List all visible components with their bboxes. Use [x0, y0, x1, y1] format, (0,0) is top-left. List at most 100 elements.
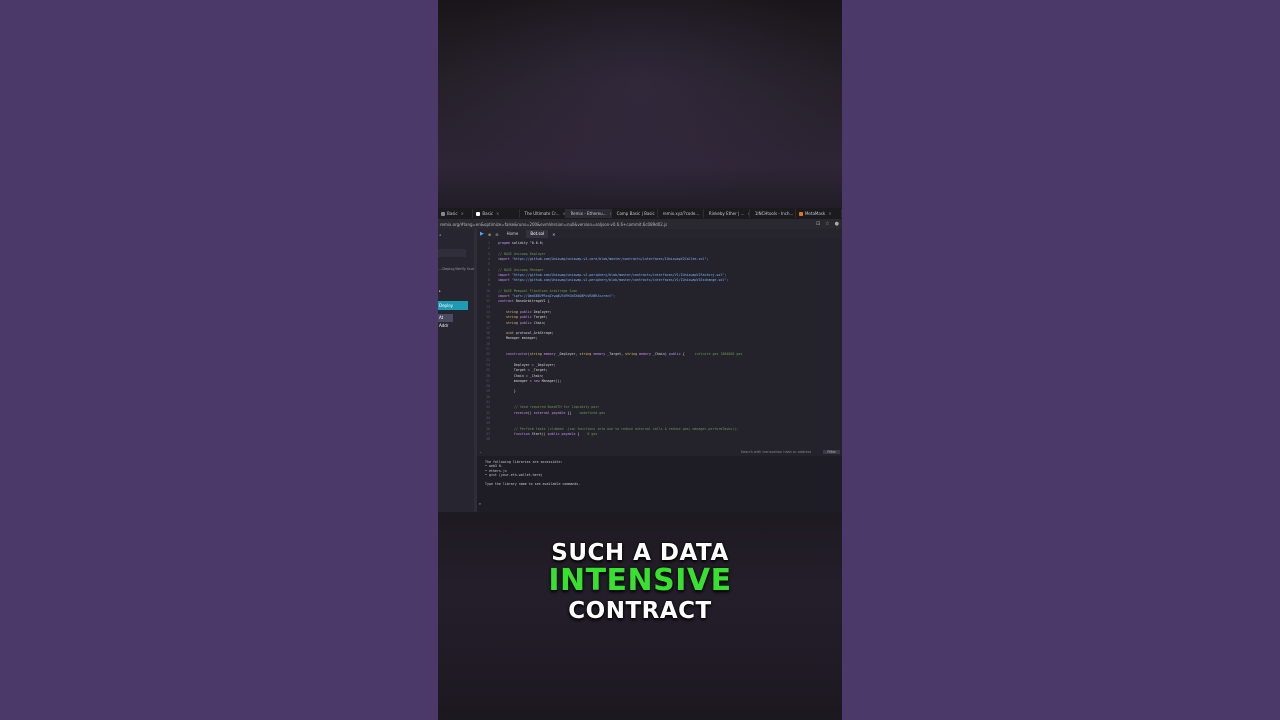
- code-token: Start(): [529, 431, 548, 436]
- zoom-in-icon[interactable]: ⊕: [488, 232, 491, 237]
- browser-tab[interactable]: Rinkeby Ether | ...×: [704, 209, 750, 218]
- code-line[interactable]: 11 import "ipfs://QmdXB8VPRzqZrwq4U7dFKGh…: [477, 294, 615, 299]
- code-line[interactable]: 5: [477, 262, 498, 267]
- code-line[interactable]: 27 manager = new Manager();: [477, 379, 562, 384]
- code-token: public: [668, 352, 681, 357]
- code-line[interactable]: 1 pragma solidity ^0.6.6;: [477, 241, 544, 246]
- code-line[interactable]: 12 contract BaseArbitrageV1 {: [477, 299, 550, 304]
- code-line[interactable]: 13: [477, 305, 498, 310]
- deploy-button[interactable]: Deploy: [438, 301, 468, 310]
- code-token: uint: [505, 331, 514, 336]
- code-line[interactable]: 15 string public Target;: [477, 315, 548, 320]
- code-line[interactable]: 34: [477, 416, 498, 421]
- code-line[interactable]: 26 Chain = _Chain;: [477, 374, 544, 379]
- line-number: 27: [486, 378, 490, 383]
- browser-tab[interactable]: Comp Basic | Basic×: [612, 209, 658, 218]
- code-line[interactable]: 25 Target = _Target;: [477, 368, 548, 373]
- collapse-icon[interactable]: ◂: [439, 233, 441, 237]
- recorded-screen: Basic × Basic × The Ultimate Cr... × Remix - E…: [438, 208, 842, 512]
- collapse-terminal-icon[interactable]: ⌄: [479, 450, 482, 454]
- code-token: Chain = _Chain;: [498, 373, 544, 378]
- code-editor[interactable]: ▶ ⊕ ⊖ Home Bot.sol ✕ 1 pragma solidity ^0…: [477, 229, 842, 457]
- profile-icon[interactable]: ●: [835, 221, 839, 227]
- code-line[interactable]: 14 string public Deployer;: [477, 310, 552, 315]
- browser-tab[interactable]: 1INCHtools - Inch...×: [750, 209, 796, 218]
- bookmark-star-icon[interactable]: ☆: [825, 221, 829, 227]
- line-number: 16: [486, 320, 490, 325]
- code-line[interactable]: 9: [477, 283, 498, 288]
- code-line[interactable]: 6 // BASE Uniswap Manager: [477, 268, 544, 273]
- left-background-panel: [0, 0, 438, 720]
- code-token: // BASE Uniswap Deployer: [498, 251, 546, 256]
- tab-bot-sol[interactable]: Bot.sol: [526, 230, 549, 238]
- code-line[interactable]: 7 import "https://github.com/Uniswap/unis…: [477, 273, 726, 278]
- tab-close-icon[interactable]: ×: [461, 211, 464, 216]
- code-line[interactable]: 24 Deployer = _Deployer;: [477, 363, 556, 368]
- terminal-search-input[interactable]: Search with transaction hash or address: [741, 450, 812, 454]
- code-line[interactable]: 16 string public Chain;: [477, 321, 546, 326]
- code-line[interactable]: 22 constructor(string memory _Deployer, …: [477, 352, 742, 357]
- browser-tab[interactable]: Remix - Ethereu...×: [565, 209, 612, 218]
- guide-text: ...Deploy/Verify Guide: [439, 267, 478, 271]
- tab-close-icon[interactable]: ×: [828, 211, 831, 216]
- code-line[interactable]: 3 // BASE Uniswap Deployer: [477, 252, 546, 257]
- close-tab-icon[interactable]: ✕: [552, 232, 555, 237]
- code-line[interactable]: 28: [477, 384, 498, 389]
- code-line[interactable]: 31: [477, 400, 498, 405]
- code-token: string: [625, 352, 638, 357]
- extension-icon[interactable]: ⊡: [816, 221, 820, 227]
- browser-tab[interactable]: MetaMask ×: [796, 209, 842, 218]
- code-line[interactable]: 4 import "https://github.com/Uniswap/unis…: [477, 257, 708, 262]
- line-number: 36: [486, 426, 490, 431]
- code-line[interactable]: 38: [477, 437, 498, 442]
- tab-close-icon[interactable]: ×: [496, 211, 499, 216]
- code-line[interactable]: 10 // BASE Mempool Flashloan Arbitrage Sc…: [477, 289, 577, 294]
- terminal-line: • web3 0.: [485, 464, 503, 469]
- environment-select[interactable]: [438, 249, 466, 257]
- tab-favicon-icon: [476, 211, 481, 216]
- browser-tab[interactable]: Basic ×: [473, 209, 520, 218]
- code-line[interactable]: 33 receive() external payable {} undefin…: [477, 411, 605, 416]
- code-line[interactable]: 30: [477, 395, 498, 400]
- line-number: 24: [486, 362, 490, 367]
- code-line[interactable]: 21: [477, 347, 498, 352]
- browser-tab[interactable]: The Ultimate Cr... ×: [520, 209, 566, 218]
- code-line[interactable]: 35: [477, 421, 498, 426]
- video-frame: Basic × Basic × The Ultimate Cr... × Remix - E…: [438, 0, 842, 720]
- code-area[interactable]: 1 pragma solidity ^0.6.6; 2 3 // BASE Uniswa…: [477, 239, 842, 457]
- zoom-out-icon[interactable]: ⊖: [495, 232, 498, 237]
- filter-button[interactable]: Filter: [823, 450, 840, 454]
- at-address-button[interactable]: At Addr: [438, 314, 453, 328]
- code-line[interactable]: 19 Manager manager;: [477, 336, 538, 341]
- code-token: Chain;: [531, 320, 546, 325]
- line-number: 2: [488, 246, 490, 251]
- terminal-prompt[interactable]: >: [479, 502, 481, 506]
- code-line[interactable]: 36 // Perform tasks (clubbed .json funct…: [477, 427, 738, 432]
- line-number: 30: [486, 394, 490, 399]
- line-number: 35: [486, 421, 490, 426]
- code-line[interactable]: 17: [477, 326, 498, 331]
- tab-label: Remix - Ethereu...: [570, 211, 607, 216]
- line-number: 7: [488, 272, 490, 277]
- run-icon[interactable]: ▶: [480, 231, 484, 237]
- code-token: contract: [498, 299, 514, 304]
- code-line[interactable]: 23: [477, 358, 498, 363]
- tab-home[interactable]: Home: [503, 230, 523, 238]
- browser-tab[interactable]: remix.xyz/?code...×: [658, 209, 704, 218]
- browser-url-bar[interactable]: remix.org/#lang=en&optimize=false&runs=2…: [438, 219, 842, 229]
- code-line[interactable]: 20: [477, 342, 498, 347]
- code-token: BaseArbitrageV1 {: [513, 299, 550, 304]
- code-line[interactable]: 8 import "https://github.com/Uniswap/unis…: [477, 278, 728, 283]
- code-line[interactable]: 29 }: [477, 389, 516, 394]
- code-token: import: [498, 294, 510, 298]
- code-token: _Chain): [650, 352, 669, 357]
- code-token: Deployer = _Deployer;: [498, 362, 556, 367]
- code-line[interactable]: 18 uint protocol_ArbStrage;: [477, 331, 554, 336]
- code-line[interactable]: 2: [477, 246, 498, 251]
- code-line[interactable]: 32 // Send required BaseETH for liquidit…: [477, 405, 599, 410]
- code-line[interactable]: 37 function Start() public payable { 0 g…: [477, 432, 597, 437]
- browser-tab[interactable]: Basic ×: [438, 209, 474, 218]
